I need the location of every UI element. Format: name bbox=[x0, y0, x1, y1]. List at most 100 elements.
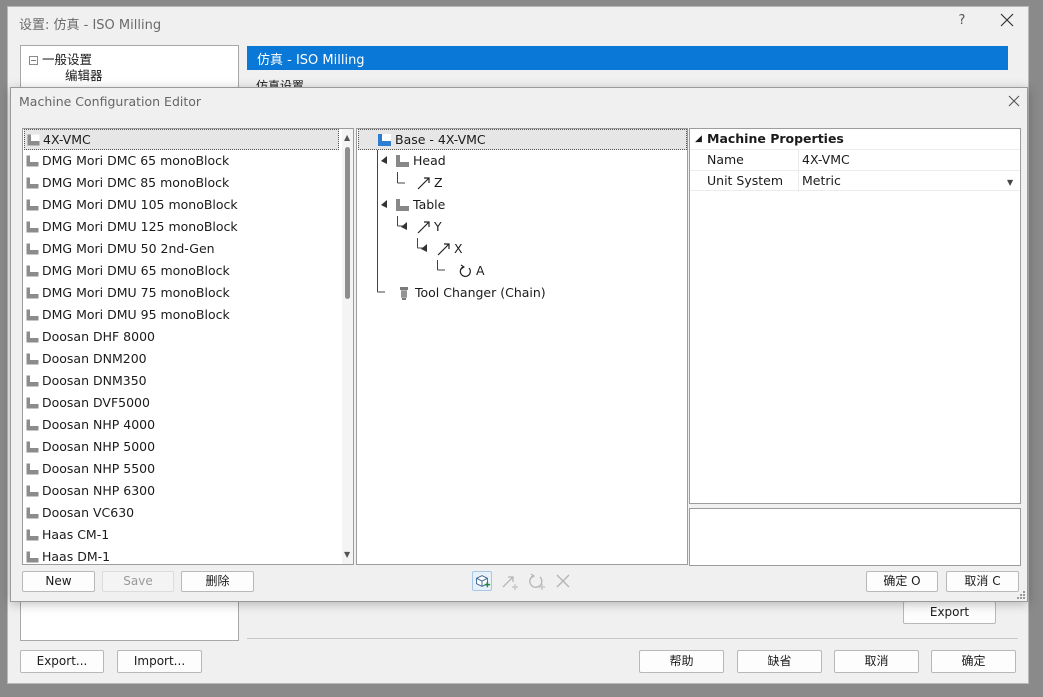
add-axis-icon[interactable] bbox=[499, 571, 519, 591]
property-row-name[interactable]: Name 4X-VMC bbox=[690, 149, 1020, 171]
machine-list-item[interactable]: Haas CM-1 bbox=[24, 525, 339, 546]
scroll-thumb[interactable] bbox=[345, 147, 350, 299]
machine-icon bbox=[26, 155, 39, 167]
delete-button[interactable]: 删除 bbox=[181, 571, 254, 592]
description-panel bbox=[689, 508, 1021, 566]
machine-name: DMG Mori DMU 125 monoBlock bbox=[42, 219, 238, 234]
machine-list-item[interactable]: Doosan NHP 5500 bbox=[24, 459, 339, 480]
tree-node-tool-changer-label: Tool Changer (Chain) bbox=[415, 285, 546, 300]
tree-item-editor[interactable]: 编辑器 bbox=[65, 65, 103, 84]
machine-name: 4X-VMC bbox=[43, 132, 91, 147]
table-icon bbox=[396, 199, 409, 211]
machine-list-item[interactable]: Doosan DHF 8000 bbox=[24, 327, 339, 348]
machine-list-item[interactable]: Doosan DNM200 bbox=[24, 349, 339, 370]
tree-node-x-label: X bbox=[454, 241, 463, 256]
machine-icon bbox=[26, 309, 39, 321]
property-grid[interactable]: ◢ Machine Properties Name 4X-VMC Unit Sy… bbox=[689, 128, 1021, 504]
machine-icon bbox=[26, 551, 39, 563]
resize-grip-icon[interactable] bbox=[1016, 590, 1026, 600]
collapse-icon[interactable]: − bbox=[29, 56, 38, 65]
linear-axis-icon bbox=[417, 177, 430, 190]
close-icon[interactable] bbox=[1006, 93, 1022, 109]
scroll-down-icon[interactable]: ▼ bbox=[344, 550, 350, 559]
machine-icon bbox=[26, 485, 39, 497]
machine-list-item[interactable]: DMG Mori DMC 65 monoBlock bbox=[24, 151, 339, 172]
save-button[interactable]: Save bbox=[102, 571, 174, 592]
cancel-button[interactable]: 取消 C bbox=[946, 571, 1019, 592]
import-settings-button[interactable]: Import... bbox=[117, 650, 202, 673]
ok-button[interactable]: 确定 bbox=[931, 650, 1016, 673]
divider bbox=[247, 638, 1018, 639]
collapse-icon[interactable]: ◢ bbox=[695, 129, 702, 149]
add-rotary-icon[interactable] bbox=[526, 571, 546, 591]
remove-icon[interactable] bbox=[553, 571, 573, 591]
machine-icon bbox=[26, 199, 39, 211]
scrollbar[interactable]: ▲ ▼ bbox=[342, 129, 353, 564]
machine-icon bbox=[26, 353, 39, 365]
machine-icon bbox=[26, 331, 39, 343]
machine-list-item[interactable]: Doosan DNM350 bbox=[24, 371, 339, 392]
machine-config-dialog: Machine Configuration Editor 4X-VMC DMG M… bbox=[10, 87, 1028, 602]
machine-list-item[interactable]: Doosan NHP 6300 bbox=[24, 481, 339, 502]
linear-axis-icon bbox=[437, 243, 450, 256]
dialog-title: Machine Configuration Editor bbox=[19, 94, 202, 109]
help-button[interactable]: 帮助 bbox=[639, 650, 724, 673]
property-row-unit-system[interactable]: Unit System Metric ▼ bbox=[690, 170, 1020, 192]
machine-tree[interactable]: Base - 4X-VMC Head Z Table Y X A Tool Ch… bbox=[356, 128, 688, 565]
machine-icon bbox=[26, 529, 39, 541]
machine-icon bbox=[26, 463, 39, 475]
settings-titlebar: 设置: 仿真 - ISO Milling ? bbox=[8, 7, 1028, 37]
property-separator bbox=[798, 171, 799, 192]
cancel-button[interactable]: 取消 bbox=[834, 650, 919, 673]
property-separator bbox=[798, 150, 799, 171]
export-button[interactable]: Export bbox=[903, 601, 996, 624]
machine-icon bbox=[26, 375, 39, 387]
property-name-value[interactable]: 4X-VMC bbox=[802, 150, 850, 170]
machine-list-item[interactable]: 4X-VMC bbox=[24, 129, 339, 150]
machine-list-item[interactable]: Haas DM-1 bbox=[24, 547, 339, 564]
machine-list-item[interactable]: Doosan NHP 5000 bbox=[24, 437, 339, 458]
properties-section-title: Machine Properties bbox=[707, 131, 844, 146]
machine-name: DMG Mori DMU 105 monoBlock bbox=[42, 197, 238, 212]
machine-list-item[interactable]: DMG Mori DMU 105 monoBlock bbox=[24, 195, 339, 216]
machine-list-item[interactable]: DMG Mori DMC 85 monoBlock bbox=[24, 173, 339, 194]
machine-icon bbox=[27, 134, 40, 146]
chevron-down-icon[interactable]: ▼ bbox=[1007, 178, 1013, 187]
ok-button[interactable]: 确定 O bbox=[866, 571, 938, 592]
machine-name: DMG Mori DMU 50 2nd-Gen bbox=[42, 241, 215, 256]
machine-icon bbox=[26, 441, 39, 453]
page-title: 仿真 - ISO Milling bbox=[247, 46, 1008, 70]
machine-list-item[interactable]: DMG Mori DMU 75 monoBlock bbox=[24, 283, 339, 304]
properties-section[interactable]: ◢ Machine Properties bbox=[690, 129, 1020, 149]
machine-icon bbox=[26, 177, 39, 189]
machine-name: DMG Mori DMU 75 monoBlock bbox=[42, 285, 230, 300]
machine-name: Doosan NHP 5000 bbox=[42, 439, 156, 454]
tree-node-base[interactable]: Base - 4X-VMC bbox=[358, 129, 687, 150]
help-icon[interactable]: ? bbox=[956, 13, 968, 28]
machine-name: DMG Mori DMU 65 monoBlock bbox=[42, 263, 230, 278]
rotary-axis-icon bbox=[459, 264, 471, 277]
machine-list-item[interactable]: Doosan VC630 bbox=[24, 503, 339, 524]
tool-changer-icon bbox=[400, 287, 408, 300]
property-unit-label: Unit System bbox=[707, 173, 784, 188]
machine-icon bbox=[26, 507, 39, 519]
machine-list-item[interactable]: DMG Mori DMU 95 monoBlock bbox=[24, 305, 339, 326]
export-settings-button[interactable]: Export... bbox=[20, 650, 104, 673]
machine-name: Doosan DHF 8000 bbox=[42, 329, 155, 344]
new-button[interactable]: New bbox=[22, 571, 95, 592]
unit-system-select[interactable]: Metric bbox=[802, 171, 841, 191]
machine-list-item[interactable]: Doosan NHP 4000 bbox=[24, 415, 339, 436]
machine-list-item[interactable]: DMG Mori DMU 65 monoBlock bbox=[24, 261, 339, 282]
scroll-up-icon[interactable]: ▲ bbox=[344, 133, 350, 142]
machine-list-item[interactable]: DMG Mori DMU 50 2nd-Gen bbox=[24, 239, 339, 260]
machine-list-item[interactable]: DMG Mori DMU 125 monoBlock bbox=[24, 217, 339, 238]
machine-name: Haas DM-1 bbox=[42, 549, 111, 564]
linear-axis-icon bbox=[417, 221, 430, 234]
close-icon[interactable] bbox=[998, 11, 1016, 29]
settings-title: 设置: 仿真 - ISO Milling bbox=[19, 18, 162, 33]
add-component-icon[interactable] bbox=[472, 571, 492, 591]
default-button[interactable]: 缺省 bbox=[737, 650, 822, 673]
machine-name: DMG Mori DMC 85 monoBlock bbox=[42, 175, 230, 190]
machine-list-item[interactable]: Doosan DVF5000 bbox=[24, 393, 339, 414]
machine-list[interactable]: 4X-VMC DMG Mori DMC 65 monoBlock DMG Mori … bbox=[22, 128, 354, 565]
